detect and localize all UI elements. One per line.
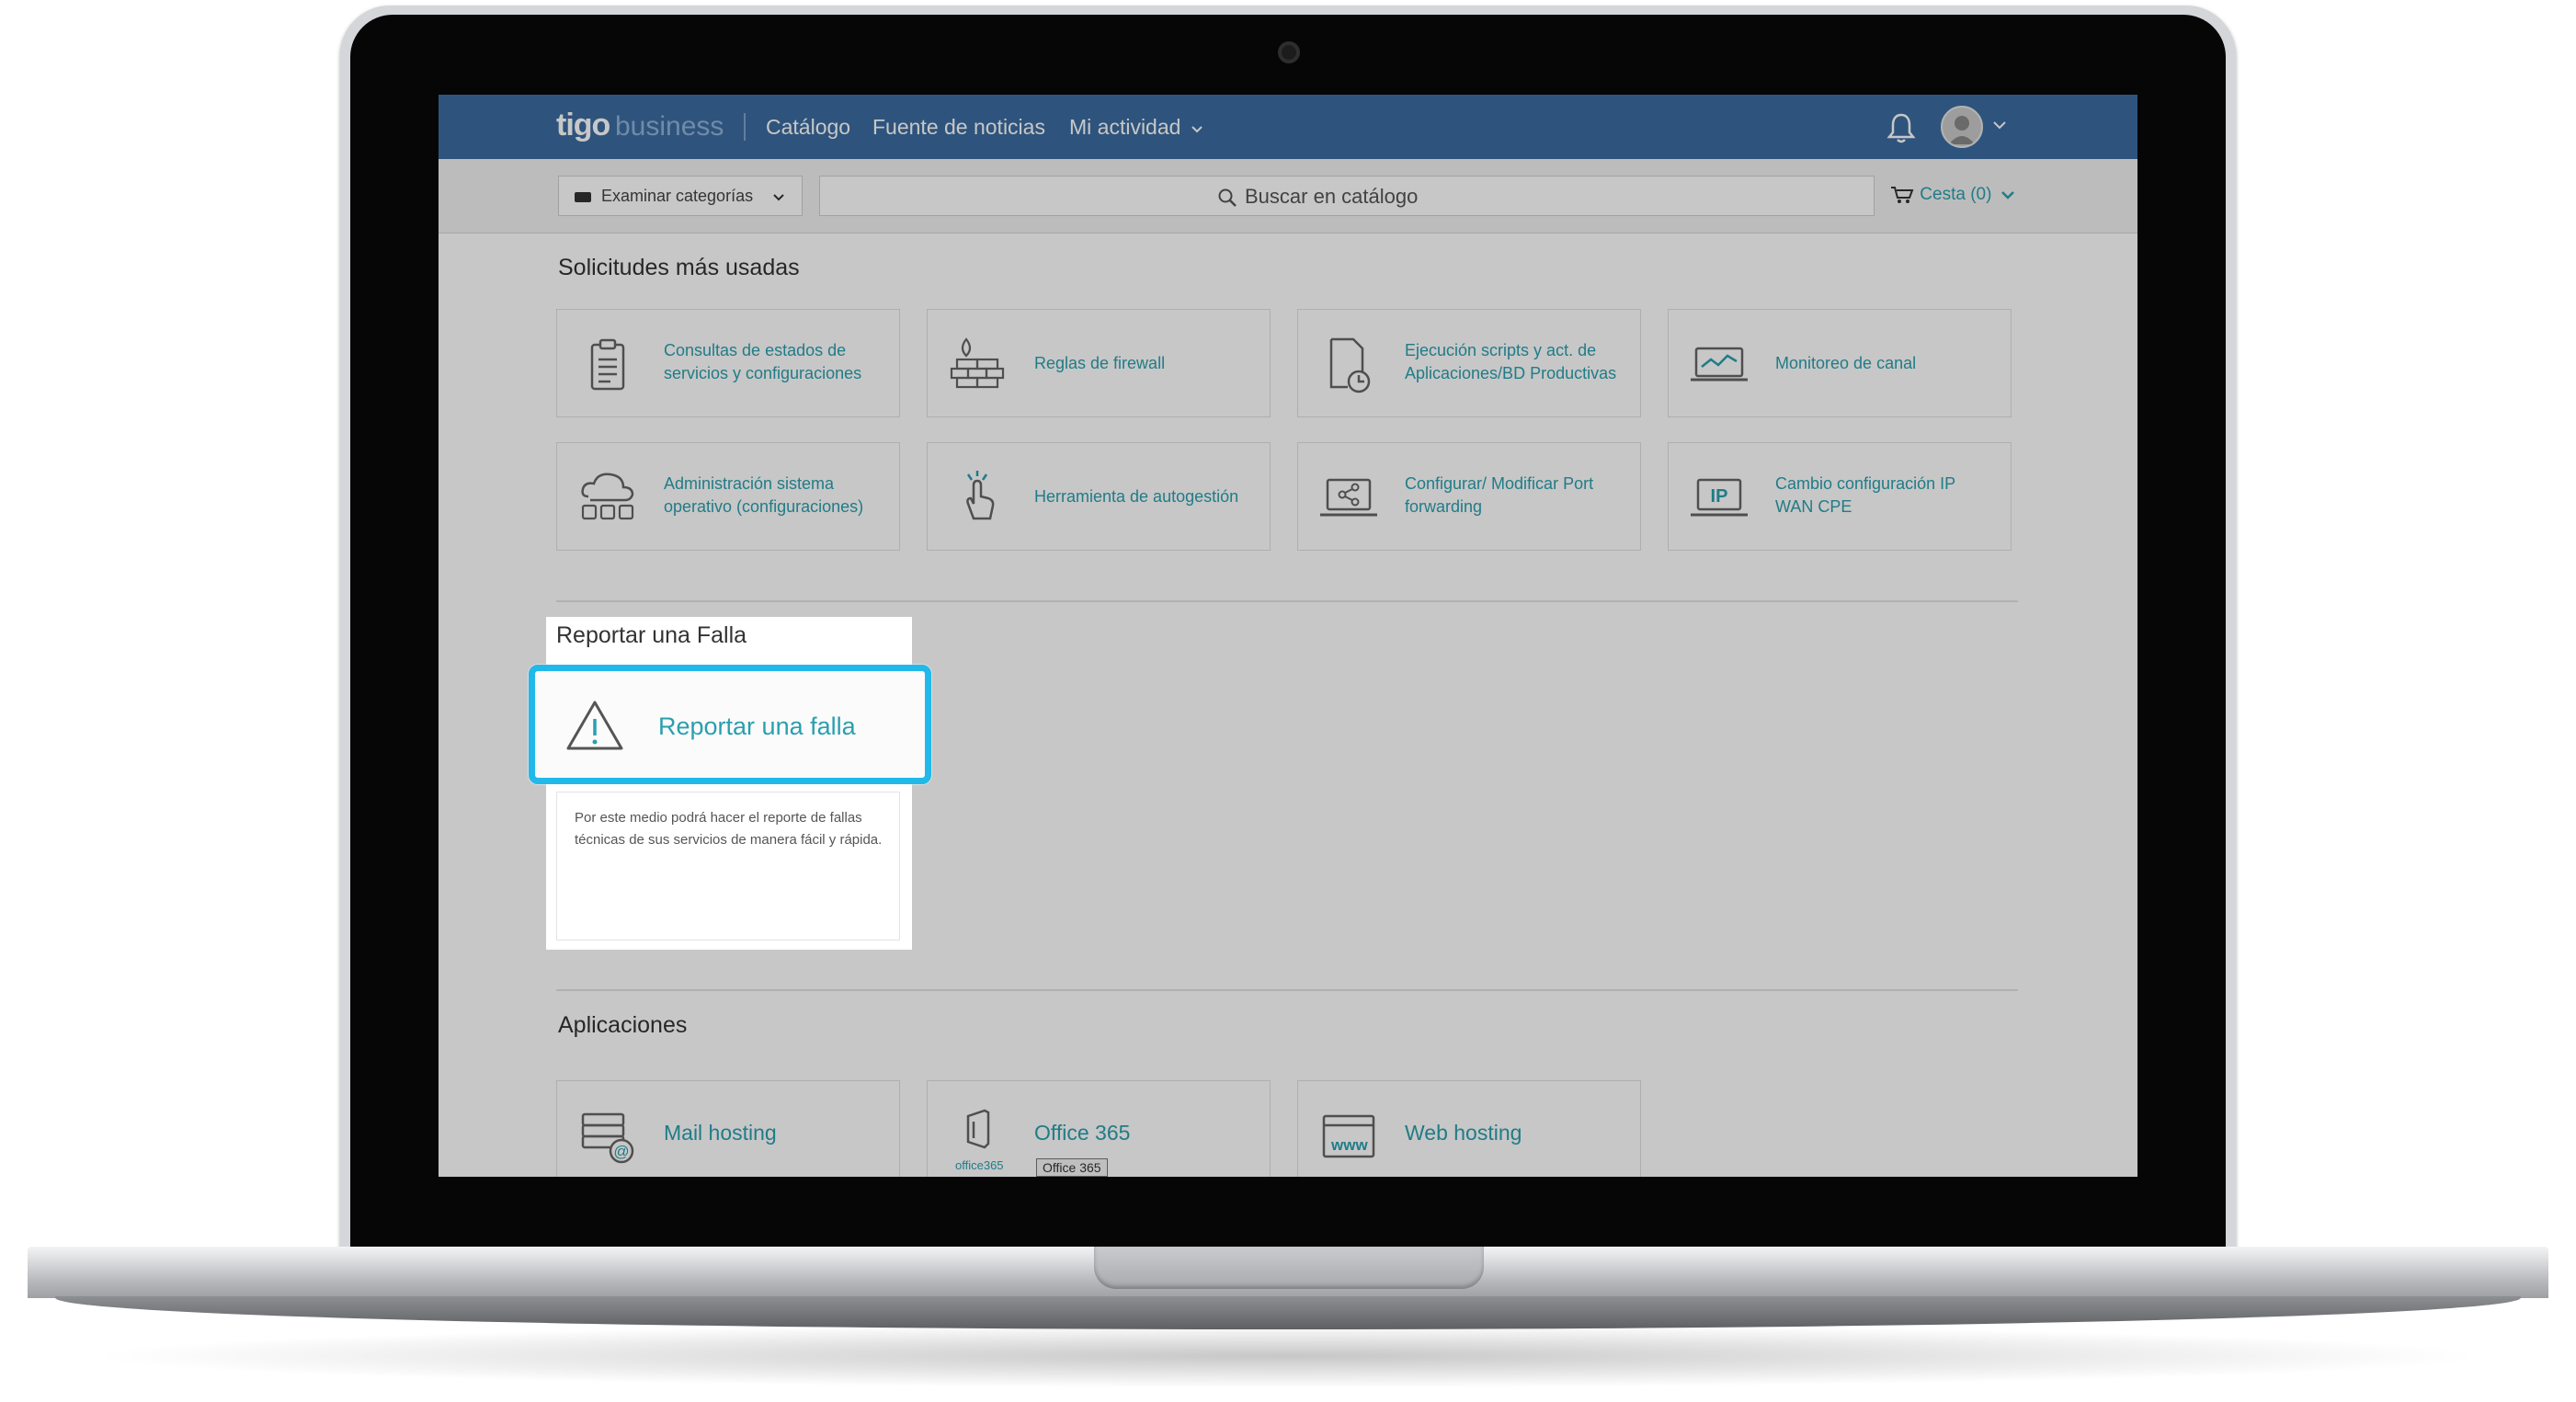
screen: tigo business Catálogo Fuente de noticia… [439, 95, 2137, 1177]
webcam-icon [1278, 41, 1300, 63]
report-fault-label: Reportar una falla [658, 712, 856, 740]
report-description: Por este medio podrá hacer el reporte de… [575, 810, 883, 848]
laptop-base-bottom [55, 1296, 2521, 1329]
report-section-title: Reportar una Falla [556, 622, 747, 648]
laptop-shadow [83, 1324, 2493, 1388]
laptop-opening-notch [1094, 1247, 1484, 1289]
report-fault-card[interactable]: Reportar una falla [529, 665, 931, 784]
report-description-box: Por este medio podrá hacer el reporte de… [556, 792, 900, 940]
warning-icon [566, 701, 623, 750]
